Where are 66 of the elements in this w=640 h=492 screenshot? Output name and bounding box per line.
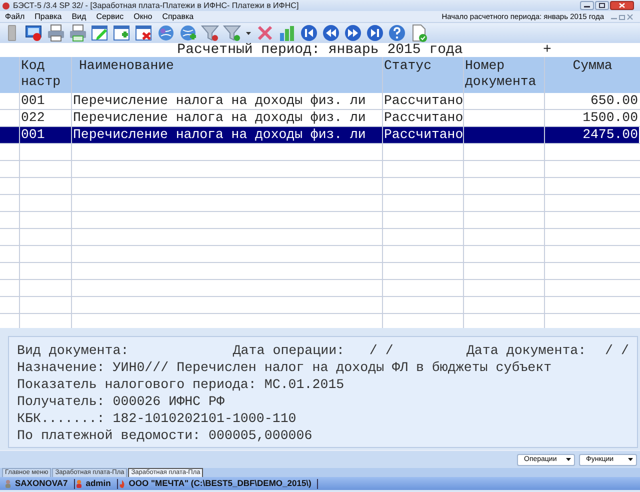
column-header[interactable]: Статус [383, 57, 463, 92]
menu-item[interactable]: Вид [72, 12, 86, 21]
detail-line: По платежной ведомости: 000005,000006 [17, 427, 314, 444]
filter-icon[interactable] [201, 24, 219, 42]
help-icon[interactable] [388, 24, 406, 42]
caret-icon [566, 458, 571, 461]
status-text: admin [86, 478, 111, 489]
table-cell-text: 1500.00 [582, 110, 639, 126]
globe-icon[interactable] [179, 24, 197, 42]
document-date-field: / / [605, 342, 629, 359]
status-text: ООО "МЕЧТА" (C:\BEST5_DBF\DEMO_2015\) [128, 478, 312, 489]
detail-line: Назначение: УИН0/// Перечислен налог на доходы ФЛ в бюджеты субъект [17, 359, 553, 376]
maximize-icon[interactable] [595, 1, 609, 10]
menu-item[interactable]: Сервис [96, 12, 124, 21]
detail-line: КБК.......: 182-1010202101-1000-110 [17, 410, 298, 427]
table-cell-text: Перечисление налога на доходы физ. ли [72, 110, 367, 126]
status-text: SAXONOVA7 [15, 478, 68, 489]
detail-line: Получатель: 000026 ИФНС РФ [17, 393, 226, 410]
operation-date-label: Дата операции: [232, 342, 346, 359]
window-title: БЭСТ-5 /3.4 SP 32/ - [Заработная плата-Платежи в ИФНС- Платежи в ИФНС] [13, 1, 300, 10]
last-icon[interactable] [366, 24, 384, 42]
table-cell-text: Перечисление налога на доходы физ. ли [72, 93, 367, 109]
menu-item[interactable]: Правка [34, 12, 62, 21]
user-icon [74, 478, 83, 488]
app-icon [2, 2, 10, 10]
delete-document-icon[interactable] [135, 24, 153, 42]
row-highlight [0, 127, 19, 143]
period-title: Расчетный период: январь 2015 года [177, 43, 463, 57]
detail-line: Показатель налогового периода: МС.01.2015 [17, 376, 346, 393]
document-type-label: Вид документа: [17, 342, 130, 359]
document-check-icon[interactable] [410, 24, 428, 42]
globe-icon[interactable] [157, 24, 175, 42]
add-document-icon[interactable] [113, 24, 131, 42]
column-header[interactable]: Код настр [20, 57, 71, 92]
table-cell-text: 001 [20, 93, 46, 109]
close-icon[interactable] [610, 1, 634, 10]
printer-icon[interactable] [69, 24, 87, 42]
table-cell: 001 [20, 127, 71, 143]
table-cell: Рассчитано [383, 110, 463, 126]
table-cell: Перечисление налога на доходы физ. ли [72, 127, 382, 143]
expand-mark[interactable]: + [543, 43, 552, 57]
printer-icon[interactable] [47, 24, 65, 42]
table-cell: Рассчитано [383, 93, 463, 109]
table-cell: Рассчитано [383, 127, 463, 143]
column-header[interactable]: Сумма [545, 57, 639, 92]
previous-icon[interactable] [322, 24, 340, 42]
next-icon[interactable] [344, 24, 362, 42]
table-cell: 2475.00 [545, 127, 639, 143]
edit-document-icon[interactable] [91, 24, 109, 42]
table-cell-text: 022 [20, 110, 46, 126]
column-header[interactable]: Наименование [72, 57, 382, 92]
document-date-label: Дата документа: [466, 342, 588, 359]
restore-icon[interactable] [618, 12, 626, 20]
caret-icon [628, 458, 633, 461]
first-icon[interactable] [300, 24, 318, 42]
operation-date-field: / / [369, 342, 466, 359]
menu-item[interactable]: Справка [162, 12, 194, 21]
minimize-icon[interactable] [580, 1, 594, 10]
monitor-icon[interactable] [25, 24, 43, 42]
user-icon [4, 478, 12, 488]
menu-item[interactable]: Окно [134, 12, 152, 21]
bar-chart-icon[interactable] [278, 24, 296, 42]
column-header[interactable]: Номер документа [464, 57, 544, 92]
menu-item[interactable]: Файл [5, 12, 25, 21]
flame-icon [118, 478, 126, 488]
table-cell-text: 650.00 [590, 93, 639, 109]
